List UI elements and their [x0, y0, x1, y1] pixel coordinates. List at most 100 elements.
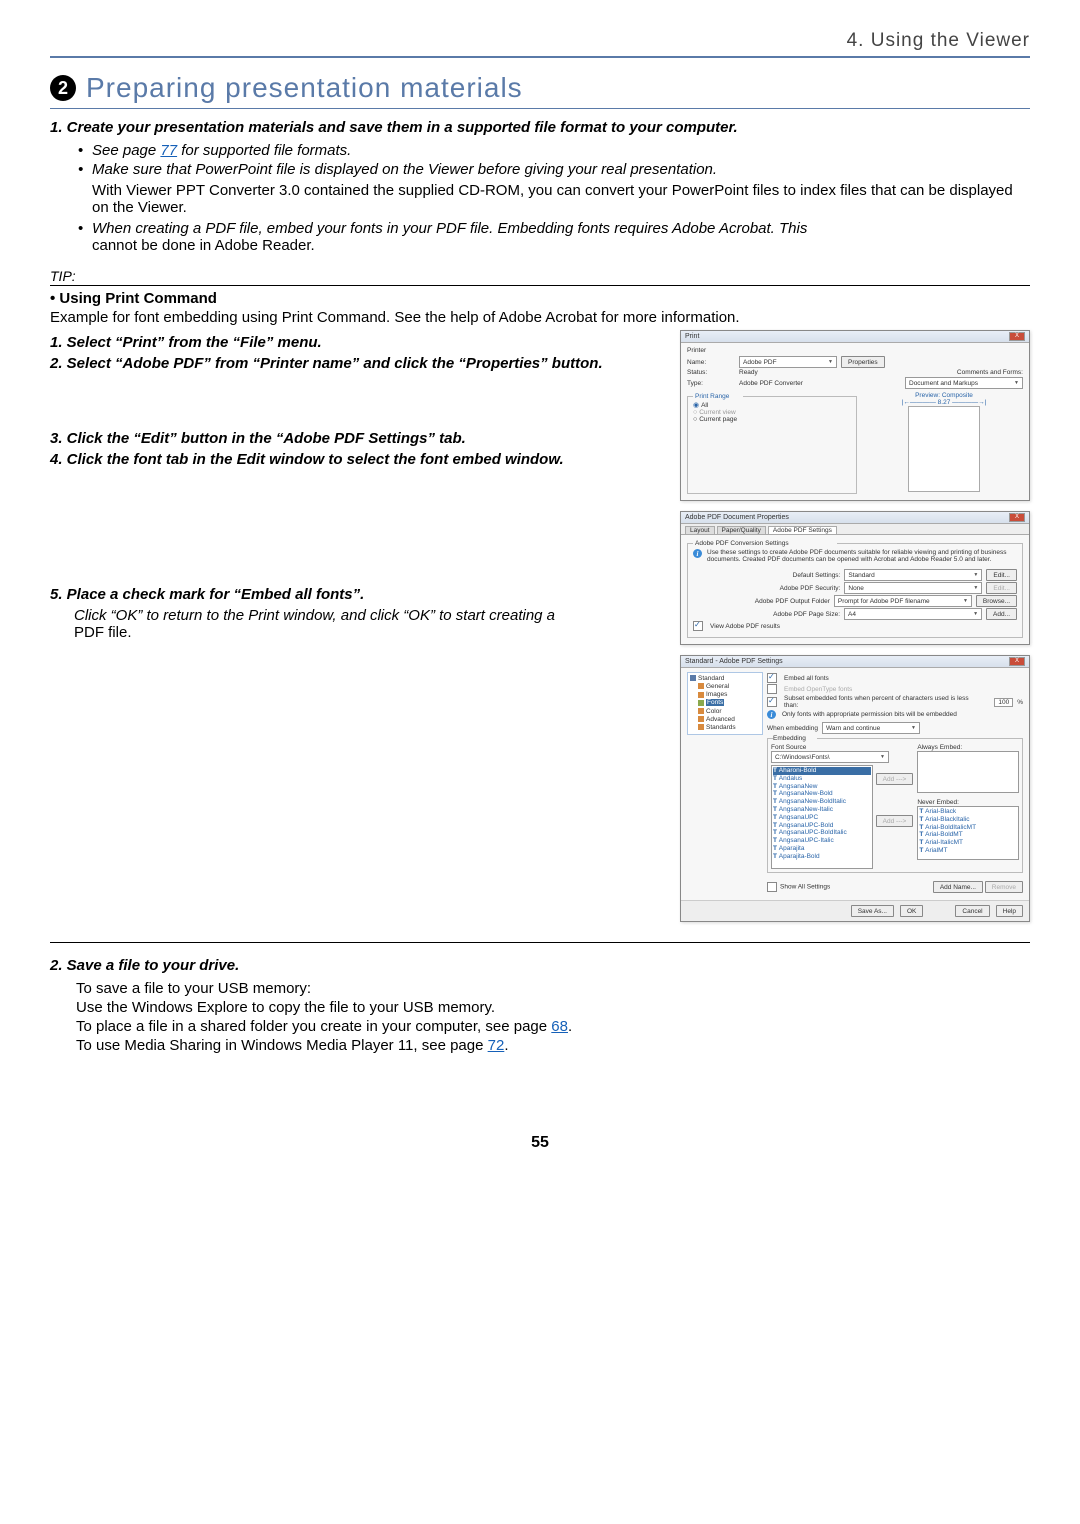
ok-button[interactable]: OK — [900, 905, 923, 917]
settings-tree[interactable]: Standard General Images Fonts Color Adva… — [687, 672, 763, 735]
fonts-settings-dialog: Standard - Adobe PDF Settings X Standard… — [680, 655, 1030, 922]
always-embed-list[interactable] — [917, 751, 1019, 793]
bullet-1a: See page — [92, 142, 160, 159]
save-line-4: To use Media Sharing in Windows Media Pl… — [50, 1037, 1030, 1054]
tree-standards[interactable]: Standards — [690, 724, 760, 732]
tree-images[interactable]: Images — [690, 691, 760, 699]
page-link-77[interactable]: 77 — [160, 142, 177, 159]
view-results-check[interactable] — [693, 621, 703, 631]
bullet-list-2: When creating a PDF file, embed your fon… — [50, 220, 1030, 254]
range-current-page-radio[interactable]: Current page — [693, 416, 851, 423]
tab-layout[interactable]: Layout — [685, 526, 715, 534]
bullet-1b: for supported ﬁle formats. — [177, 142, 351, 159]
close-icon[interactable]: X — [1009, 657, 1025, 666]
security-combo[interactable]: None▼ — [844, 582, 982, 594]
font-source-combo[interactable]: C:\Windows\Fonts\▼ — [771, 751, 889, 763]
print-range-group: Print Range All Current view Current pag… — [687, 396, 857, 494]
conversion-description: Use these settings to create Adobe PDF d… — [707, 549, 1017, 563]
when-embedding-label: When embedding — [767, 725, 818, 732]
bullet-3b: cannot be done in Adobe Reader. — [92, 237, 315, 254]
fonts-titlebar: Standard - Adobe PDF Settings X — [681, 656, 1029, 668]
show-all-check[interactable] — [767, 882, 777, 892]
pagesize-combo[interactable]: A4▼ — [844, 608, 982, 620]
subset-pct-input[interactable]: 100 — [994, 698, 1013, 707]
tree-color[interactable]: Color — [690, 708, 760, 716]
embedding-group: Embedding Font Source C:\Windows\Fonts\▼… — [767, 738, 1023, 873]
info-icon: i — [693, 549, 702, 558]
range-current-view-radio[interactable]: Current view — [693, 409, 851, 416]
section-title-text: Preparing presentation materials — [86, 72, 523, 104]
font-source-label: Font Source — [771, 744, 913, 751]
add-button[interactable]: Add... — [986, 608, 1017, 620]
status-value: Ready — [739, 369, 758, 376]
bullet-list: See page 77 for supported ﬁle formats. M… — [50, 142, 1030, 178]
close-icon[interactable]: X — [1009, 513, 1025, 522]
only-perm-label: Only fonts with appropriate permission b… — [782, 711, 957, 718]
add-to-never-button[interactable]: Add ---> — [876, 815, 914, 827]
subset-check[interactable] — [767, 697, 777, 707]
type-label: Type: — [687, 380, 735, 387]
type-value: Adobe PDF Converter — [739, 380, 803, 387]
save-line-3: To place a ﬁle in a shared folder you cr… — [50, 1018, 1030, 1035]
fonts-title: Standard - Adobe PDF Settings — [685, 658, 783, 665]
tree-general[interactable]: General — [690, 683, 760, 691]
section-number-badge: 2 — [50, 75, 76, 101]
printer-group-label: Printer — [687, 347, 1023, 354]
print-dialog-title: Print — [685, 333, 699, 340]
font-panel: Embed all fonts Embed OpenType fonts Sub… — [767, 672, 1023, 894]
save-as-button[interactable]: Save As... — [851, 905, 894, 917]
tip-label: TIP: — [50, 268, 1030, 286]
output-folder-combo[interactable]: Prompt for Adobe PDF filename▼ — [834, 595, 972, 607]
help-button[interactable]: Help — [996, 905, 1023, 917]
add-name-button[interactable]: Add Name... — [933, 881, 983, 893]
conversion-settings-group: Adobe PDF Conversion Settings i Use thes… — [687, 543, 1023, 638]
edit-button[interactable]: Edit... — [986, 569, 1017, 581]
embed-all-check[interactable] — [767, 673, 777, 683]
printer-name-combo[interactable]: Adobe PDF▼ — [739, 356, 837, 368]
add-to-always-button[interactable]: Add ---> — [876, 773, 914, 785]
remove-button[interactable]: Remove — [985, 881, 1023, 893]
conversion-group-label: Adobe PDF Conversion Settings — [693, 540, 837, 547]
pagesize-label: Adobe PDF Page Size: — [693, 611, 840, 618]
edit-button-disabled: Edit... — [986, 582, 1017, 594]
range-all-radio[interactable]: All — [693, 401, 851, 409]
font-source-list[interactable]: Aharoni-Bold Andalus AngsanaNew AngsanaN… — [771, 765, 873, 869]
print-dialog-titlebar: Print X — [681, 331, 1029, 343]
screenshot-column: Print X Printer Name: Adobe PDF▼ Propert… — [680, 330, 1030, 932]
always-embed-label: Always Embed: — [917, 744, 1019, 751]
browse-button[interactable]: Browse... — [976, 595, 1017, 607]
page-link-68[interactable]: 68 — [551, 1018, 568, 1035]
embedding-group-label: Embedding — [773, 735, 817, 742]
comments-combo[interactable]: Document and Markups▼ — [905, 377, 1023, 389]
never-embed-list[interactable]: Arial-Black Arial-BlackItalic Arial-Bold… — [917, 806, 1019, 860]
page-link-72[interactable]: 72 — [488, 1037, 505, 1054]
tab-paper-quality[interactable]: Paper/Quality — [717, 526, 766, 534]
print-command-title: • Using Print Command — [50, 290, 1030, 307]
bullet-2-sub: With Viewer PPT Converter 3.0 contained … — [50, 182, 1030, 216]
cancel-button[interactable]: Cancel — [955, 905, 989, 917]
preview-label: Preview: Composite — [865, 392, 1023, 399]
default-settings-combo[interactable]: Standard▼ — [844, 569, 982, 581]
section-title: 2 Preparing presentation materials — [50, 72, 1030, 109]
view-results-label: View Adobe PDF results — [710, 623, 780, 630]
subset-label-b: than: — [784, 702, 798, 709]
props-tabs: Layout Paper/Quality Adobe PDF Settings — [681, 524, 1029, 535]
bullet-3a: When creating a PDF file, embed your fon… — [92, 220, 807, 237]
show-all-label: Show All Settings — [780, 884, 830, 891]
print-command-explain: Example for font embedding using Print C… — [50, 309, 1030, 326]
tree-advanced[interactable]: Advanced — [690, 716, 760, 724]
embed-all-label: Embed all fonts — [784, 675, 829, 682]
save-section: 2. Save a file to your drive. To save a … — [50, 957, 1030, 1054]
tree-root[interactable]: Standard — [690, 675, 760, 683]
instr-3: 3. Click the “Edit” button in the “Adobe… — [50, 430, 666, 447]
properties-button[interactable]: Properties — [841, 356, 885, 368]
tab-pdf-settings[interactable]: Adobe PDF Settings — [768, 526, 837, 534]
default-label: Default Settings: — [693, 572, 840, 579]
tree-fonts[interactable]: Fonts — [690, 699, 760, 707]
close-icon[interactable]: X — [1009, 332, 1025, 341]
instruction-column: 1. Select “Print” from the “File” menu. … — [50, 330, 666, 932]
embed-ot-label: Embed OpenType fonts — [784, 686, 852, 693]
instr-5-sub-b: PDF ﬁle. — [74, 624, 132, 641]
save-heading: 2. Save a file to your drive. — [50, 957, 1030, 974]
when-embedding-combo[interactable]: Warn and continue▼ — [822, 722, 920, 734]
